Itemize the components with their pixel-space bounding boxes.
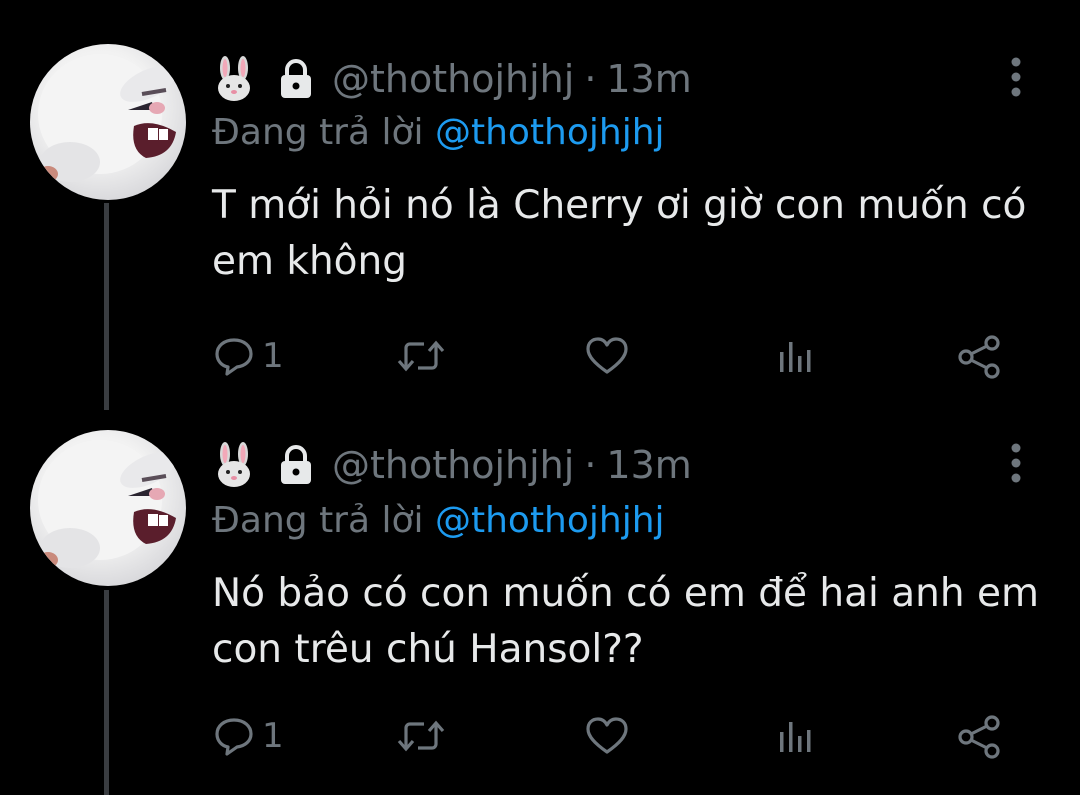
- bunny-avatar-image: [38, 440, 176, 568]
- tweet-text: T mới hỏi nó là Cherry ơi giờ con muốn c…: [212, 183, 1027, 284]
- tweet-actions: 1: [212, 710, 1012, 762]
- share-icon: [958, 715, 1000, 759]
- views-icon: [780, 722, 811, 752]
- reply-button[interactable]: 1: [212, 330, 284, 382]
- tweet[interactable]: @thothojhjhj · 13m Đang trả lời @thothoj…: [0, 0, 1080, 410]
- tweet-header: @thothojhjhj · 13m: [212, 442, 692, 488]
- views-icon: [780, 342, 811, 372]
- thread-line: [104, 590, 109, 795]
- replying-prefix: Đang trả lời: [212, 500, 424, 541]
- retweet-button[interactable]: [396, 330, 446, 382]
- separator-dot: ·: [584, 57, 597, 101]
- share-button[interactable]: [956, 330, 1002, 382]
- reply-icon: [215, 338, 253, 376]
- retweet-icon: [397, 340, 445, 372]
- thread-line: [104, 203, 109, 410]
- more-options-icon[interactable]: [1004, 56, 1028, 98]
- tweet-text: Nó bảo có con muốn có em để hai anh em c…: [212, 571, 1039, 672]
- timeline: @thothojhjhj · 13m Đang trả lời @thothoj…: [0, 0, 1080, 795]
- tweet[interactable]: @thothojhjhj · 13m Đang trả lời @thothoj…: [0, 410, 1080, 795]
- like-button[interactable]: [584, 330, 630, 382]
- user-handle[interactable]: @thothojhjhj: [332, 57, 574, 101]
- views-button[interactable]: [772, 330, 816, 382]
- user-handle[interactable]: @thothojhjhj: [332, 443, 574, 487]
- timestamp[interactable]: 13m: [606, 57, 691, 101]
- like-button[interactable]: [584, 710, 630, 762]
- rabbit-face-emoji-icon: [212, 442, 256, 488]
- tweet-header: @thothojhjhj · 13m: [212, 56, 692, 102]
- avatar[interactable]: [30, 430, 186, 586]
- retweet-icon: [397, 720, 445, 752]
- timestamp[interactable]: 13m: [606, 443, 691, 487]
- share-button[interactable]: [956, 710, 1002, 762]
- reply-icon: [215, 718, 253, 756]
- reply-count: 1: [262, 336, 284, 376]
- replying-to: Đang trả lời @thothojhjhj: [212, 112, 665, 153]
- replying-handle-link[interactable]: @thothojhjhj: [435, 500, 665, 541]
- reply-button[interactable]: 1: [212, 710, 284, 762]
- share-icon: [958, 335, 1000, 379]
- heart-icon: [586, 717, 628, 754]
- lock-icon: [276, 444, 316, 486]
- heart-icon: [586, 337, 628, 374]
- retweet-button[interactable]: [396, 710, 446, 762]
- avatar[interactable]: [30, 44, 186, 200]
- tweet-actions: 1: [212, 330, 1012, 382]
- more-options-icon[interactable]: [1004, 442, 1028, 484]
- separator-dot: ·: [584, 443, 597, 487]
- replying-handle-link[interactable]: @thothojhjhj: [435, 112, 665, 153]
- rabbit-face-emoji-icon: [212, 56, 256, 102]
- lock-icon: [276, 58, 316, 100]
- replying-prefix: Đang trả lời: [212, 112, 424, 153]
- replying-to: Đang trả lời @thothojhjhj: [212, 500, 665, 541]
- reply-count: 1: [262, 716, 284, 756]
- views-button[interactable]: [772, 710, 816, 762]
- bunny-avatar-image: [38, 54, 176, 182]
